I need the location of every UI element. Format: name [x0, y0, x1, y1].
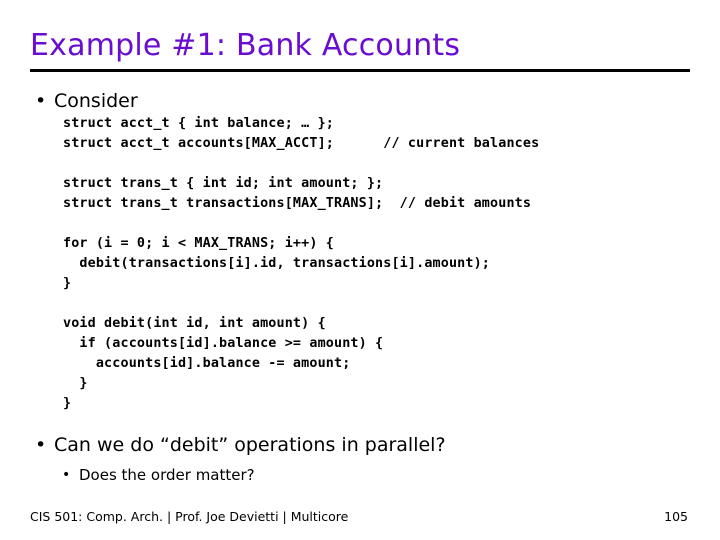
- bullet-dot-icon: •: [62, 467, 71, 483]
- bullet-parallel-question: • Can we do “debit” operations in parall…: [0, 432, 720, 458]
- code-block-for-loop: for (i = 0; i < MAX_TRANS; i++) { debit(…: [63, 236, 491, 291]
- bullet-consider-label: Consider: [54, 90, 138, 112]
- bullet-dot-icon: •: [35, 434, 47, 456]
- title-divider: [30, 69, 690, 72]
- bullet-order-question: • Does the order matter?: [0, 464, 720, 486]
- bullet-dot-icon: •: [35, 90, 47, 112]
- footer-text: CIS 501: Comp. Arch. | Prof. Joe Deviett…: [30, 509, 349, 524]
- bullet-consider: • Consider: [0, 88, 720, 114]
- code-block-struct-acct: struct acct_t { int balance; … }; struct…: [63, 116, 540, 151]
- slide-body: • Consider struct acct_t { int balance; …: [0, 88, 720, 486]
- bullet-order-label: Does the order matter?: [79, 466, 255, 484]
- code-listing: struct acct_t { int balance; … }; struct…: [0, 114, 720, 432]
- code-gap: [63, 214, 539, 234]
- slide: Example #1: Bank Accounts • Consider str…: [0, 0, 720, 540]
- page-title: Example #1: Bank Accounts: [30, 28, 461, 63]
- code-gap: [63, 154, 539, 174]
- code-wrapper: struct acct_t { int balance; … }; struct…: [63, 114, 539, 414]
- page-number: 105: [664, 509, 688, 524]
- code-gap: [63, 294, 539, 314]
- code-block-debit-fn: void debit(int id, int amount) { if (acc…: [63, 316, 384, 411]
- bullet-parallel-label: Can we do “debit” operations in parallel…: [54, 434, 446, 456]
- code-block-struct-trans: struct trans_t { int id; int amount; }; …: [63, 176, 532, 211]
